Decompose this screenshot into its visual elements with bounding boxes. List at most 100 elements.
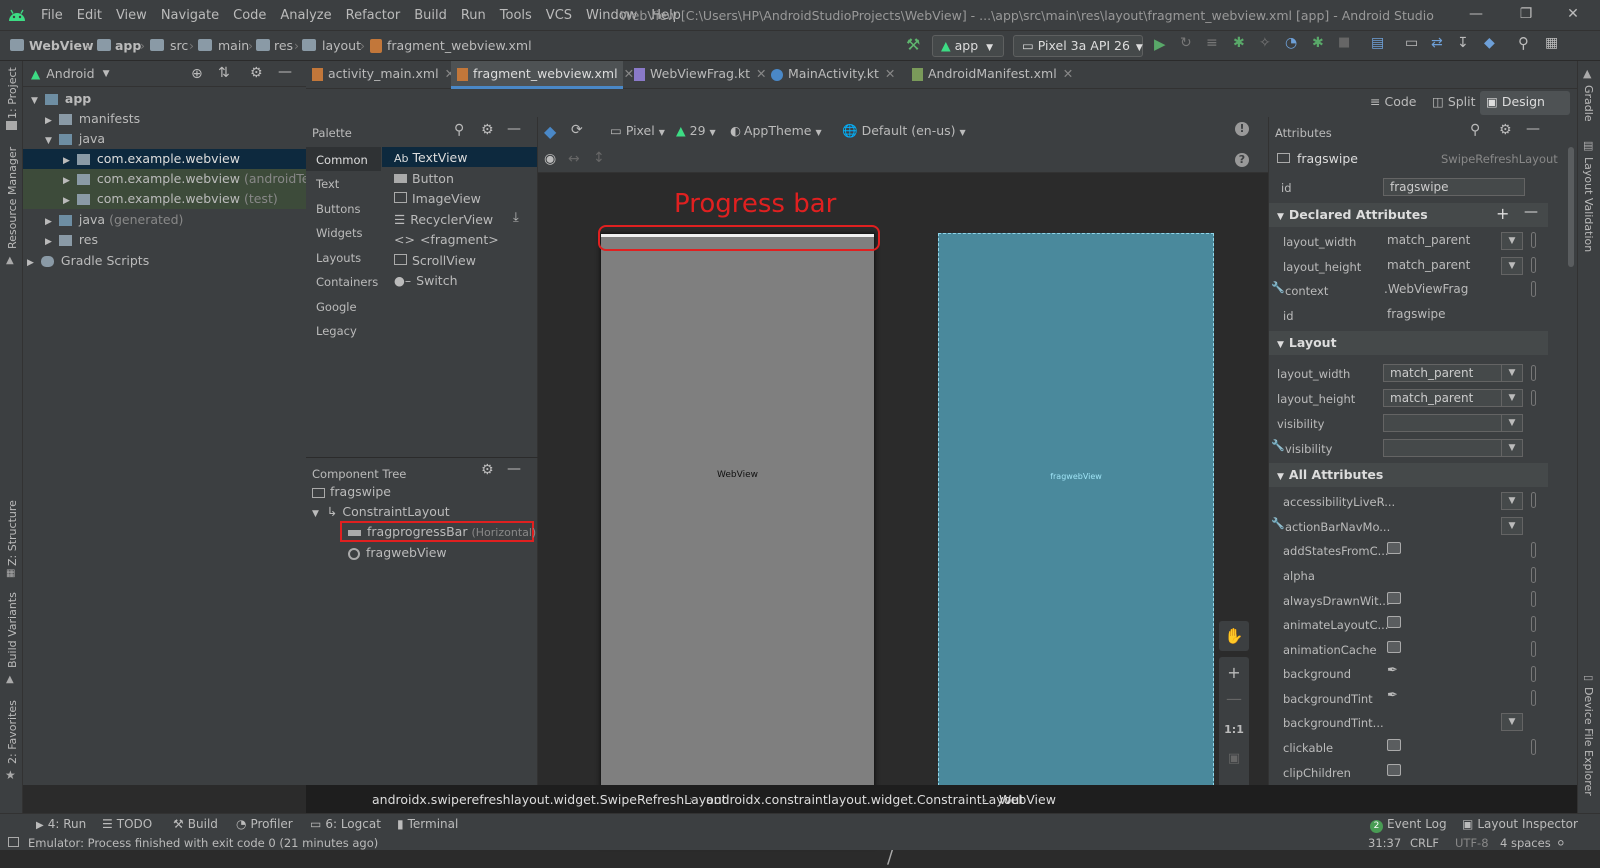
download-icon[interactable]: ⤓ <box>513 210 519 225</box>
menu-refactor[interactable]: Refactor <box>339 8 408 23</box>
tab-fragment-webview[interactable]: fragment_webview.xml ✕ <box>451 61 634 89</box>
chevron-down-icon[interactable]: ▼ <box>103 69 110 79</box>
palette-cat-containers[interactable]: Containers <box>316 275 378 289</box>
menu-vcs[interactable]: VCS <box>539 8 579 23</box>
resource-picker-icon[interactable] <box>1531 567 1536 583</box>
gear-icon[interactable]: ⚙ <box>1499 122 1512 138</box>
api-level-select[interactable]: ▲ 29 ▼ <box>676 123 716 138</box>
resource-picker-icon[interactable] <box>1531 257 1536 273</box>
horizontal-arrows-icon[interactable]: ↔ <box>568 151 580 167</box>
add-attribute-icon[interactable]: + <box>1496 204 1509 223</box>
caret-position[interactable]: 31:37 <box>1368 836 1401 850</box>
restore-icon[interactable]: ❐ <box>1516 6 1536 24</box>
palette-cat-google[interactable]: Google <box>316 300 357 314</box>
project-structure-icon[interactable]: ▤ <box>1371 35 1387 51</box>
search-icon[interactable]: ⚲ <box>1470 122 1480 138</box>
stripe-resource-manager-tab[interactable]: Resource Manager <box>6 147 19 249</box>
build-hammer-icon[interactable]: ⚒ <box>906 35 922 54</box>
attr-value-layout-width[interactable]: match_parent <box>1387 233 1470 247</box>
minimize-icon[interactable]: — <box>1466 6 1486 24</box>
resource-picker-icon[interactable] <box>1531 492 1536 508</box>
visibility-select[interactable] <box>1383 414 1503 432</box>
gear-icon[interactable]: ⚙ <box>481 462 494 478</box>
checkbox-indeterminate[interactable] <box>1387 592 1401 604</box>
palette-cat-legacy[interactable]: Legacy <box>316 324 357 338</box>
build-tool-button[interactable]: ⚒ Build <box>173 817 218 831</box>
palette-item-scrollview[interactable]: ScrollView <box>394 253 476 268</box>
sync-gradle-icon[interactable]: ⇄ <box>1431 35 1447 51</box>
stripe-device-file-explorer-tab[interactable]: Device File Explorer <box>1582 687 1595 796</box>
chevron-down-icon[interactable]: ▼ <box>1501 414 1523 432</box>
design-preview-phone[interactable]: WebView <box>600 233 875 846</box>
stripe-build-variants-tab[interactable]: Build Variants <box>6 592 19 668</box>
event-log-button[interactable]: 2 Event Log <box>1370 817 1447 833</box>
menu-edit[interactable]: Edit <box>70 8 109 23</box>
resize-handle-icon[interactable]: ∕ <box>887 847 893 868</box>
resource-picker-icon[interactable] <box>1531 390 1536 406</box>
settings-icon[interactable]: ▦ <box>1545 35 1561 51</box>
stripe-gradle-tab[interactable]: Gradle <box>1582 85 1595 122</box>
chevron-down-icon[interactable]: ▼ <box>1501 364 1523 382</box>
layout-width-select[interactable]: match_parent <box>1383 364 1503 382</box>
run-config-select[interactable]: ▲ app ▼ <box>932 35 1004 57</box>
breadcrumb-layout[interactable]: layout <box>322 38 361 53</box>
menu-run[interactable]: Run <box>454 8 493 23</box>
close-tab-icon[interactable]: ✕ <box>885 66 895 81</box>
eye-icon[interactable]: ◉ <box>544 151 556 167</box>
resource-picker-icon[interactable] <box>1531 281 1536 297</box>
chevron-down-icon[interactable]: ▼ <box>1501 257 1523 275</box>
checkbox-indeterminate[interactable] <box>1387 616 1401 628</box>
zoom-out-icon[interactable]: — <box>1219 689 1249 708</box>
resource-picker-icon[interactable] <box>1531 666 1536 682</box>
menu-view[interactable]: View <box>109 8 154 23</box>
collapse-all-icon[interactable]: ⇅ <box>218 65 230 81</box>
breadcrumb-constraintlayout[interactable]: androidx.constraintlayout.widget.Constra… <box>706 792 1024 807</box>
breadcrumb-app[interactable]: app <box>115 38 141 53</box>
palette-item-recyclerview[interactable]: ☰ RecyclerView <box>394 212 493 227</box>
zoom-to-fit-icon[interactable]: ▣ <box>1219 751 1249 766</box>
tree-item-manifests[interactable]: ▶ manifests <box>23 109 306 129</box>
profile-icon[interactable]: ◔ <box>1285 35 1301 51</box>
all-attributes-header[interactable]: ▼ All Attributes <box>1269 463 1548 487</box>
breadcrumb-res[interactable]: res <box>274 38 293 53</box>
tree-node-fragswipe[interactable]: fragswipe <box>312 482 391 502</box>
attr-value-context[interactable]: .WebViewFrag <box>1384 282 1468 296</box>
palette-cat-text[interactable]: Text <box>316 177 339 191</box>
status-panel-icon[interactable] <box>8 837 19 847</box>
design-surface-layers-icon[interactable]: ◆ <box>544 122 562 141</box>
resource-picker-icon[interactable] <box>1531 690 1536 706</box>
hide-panel-icon[interactable]: — <box>1526 121 1540 137</box>
chevron-down-icon[interactable]: ▼ <box>1501 517 1523 535</box>
debug-icon[interactable]: ✱ <box>1233 35 1249 51</box>
file-encoding[interactable]: UTF-8 <box>1455 836 1489 850</box>
attr-value-id[interactable]: fragswipe <box>1387 307 1446 321</box>
tree-item-java[interactable]: ▼ java <box>23 129 306 149</box>
breadcrumb-main[interactable]: main <box>218 38 249 53</box>
search-icon[interactable]: ⚲ <box>1518 34 1534 52</box>
tree-item-package-test[interactable]: ▶ com.example.webview (test) <box>23 189 306 209</box>
logcat-tool-button[interactable]: ▭ 6: Logcat <box>310 817 381 831</box>
tree-item-package-main[interactable]: ▶ com.example.webview <box>23 149 306 169</box>
run-tool-button[interactable]: ▶ 4: Run <box>36 817 86 831</box>
locate-icon[interactable]: ⊕ <box>191 66 203 82</box>
tree-node-constraintlayout[interactable]: ▼ ↳ ConstraintLayout <box>312 502 450 522</box>
search-icon[interactable]: ⚲ <box>454 122 464 138</box>
design-view-button[interactable]: ▣ Design <box>1480 91 1570 115</box>
resource-picker-icon[interactable] <box>1531 641 1536 657</box>
close-icon[interactable]: ✕ <box>1563 6 1583 24</box>
resource-picker-icon[interactable] <box>1531 616 1536 632</box>
line-separator[interactable]: CRLF <box>1410 836 1439 850</box>
orientation-icon[interactable]: ⟳ <box>571 122 583 138</box>
tab-activity-main[interactable]: activity_main.xml ✕ <box>306 61 455 89</box>
palette-item-button[interactable]: Button <box>394 171 454 186</box>
layout-inspector-button[interactable]: ▣ Layout Inspector <box>1462 817 1578 831</box>
tab-mainactivity-kt[interactable]: MainActivity.kt ✕ <box>765 61 901 89</box>
resource-picker-icon[interactable] <box>1531 365 1536 381</box>
debug-attach-icon[interactable]: ✱ <box>1312 35 1328 51</box>
checkbox-indeterminate[interactable] <box>1387 764 1401 776</box>
zoom-actual-size-button[interactable]: 1:1 <box>1219 723 1249 736</box>
tab-webviewfrag-kt[interactable]: WebViewFrag.kt ✕ <box>628 61 767 89</box>
resource-icon[interactable]: ◆ <box>1484 35 1500 51</box>
tree-item-res[interactable]: ▶ res <box>23 230 306 250</box>
apply-code-changes-icon[interactable]: ≡ <box>1206 35 1222 51</box>
